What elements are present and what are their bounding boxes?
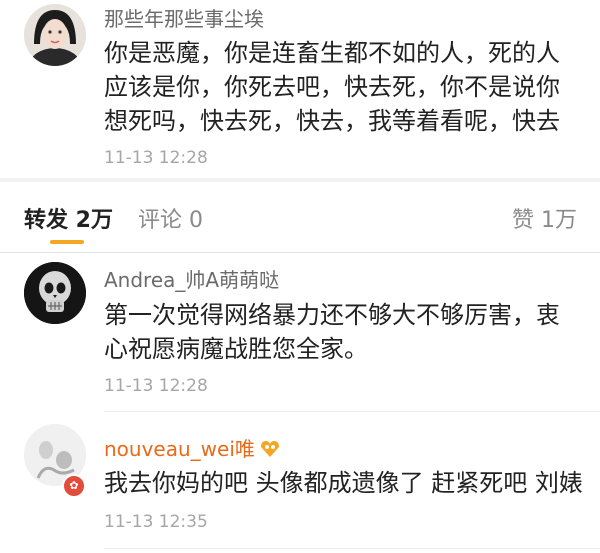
hongkong-flag-icon: ✿ xyxy=(62,474,86,498)
comment-text-line: 心祝愿病魔战胜您全家。 xyxy=(104,335,368,363)
comment-text-line: 我去你妈的吧 头像都成遗像了 赶紧死吧 刘婊 xyxy=(104,469,583,497)
divider xyxy=(104,548,600,549)
comment-text-line: 第一次觉得网络暴力还不够大不够厉害，衷 xyxy=(104,301,560,329)
avatar[interactable] xyxy=(24,262,86,324)
comment-username[interactable]: nouveau_wei唯 xyxy=(104,433,281,462)
post-tabs: 转发 2万 评论 0 赞 1万 xyxy=(0,180,600,255)
divider xyxy=(0,252,600,253)
comment-username[interactable]: Andrea_帅A萌萌哒 xyxy=(104,264,279,293)
vip-badge-icon xyxy=(259,439,281,459)
divider xyxy=(104,411,600,412)
avatar-skull-icon xyxy=(24,262,86,324)
comment-username-text: nouveau_wei唯 xyxy=(104,437,255,461)
post-text-line: 想死吗，快去死，快去，我等着看呢，快去 xyxy=(104,107,560,135)
avatar[interactable] xyxy=(24,4,86,66)
tab-comment[interactable]: 评论 0 xyxy=(138,202,203,234)
post-text-line: 应该是你，你死去吧，快去死，你不是说你 xyxy=(104,73,560,101)
comment-timestamp: 11-13 12:35 xyxy=(104,512,208,532)
post-username[interactable]: 那些年那些事尘埃 xyxy=(104,3,264,32)
post-timestamp: 11-13 12:28 xyxy=(104,148,208,168)
original-post: 那些年那些事尘埃 你是恶魔，你是连畜生都不如的人，死的人 应该是你，你死去吧，快… xyxy=(0,0,600,180)
active-tab-indicator xyxy=(50,240,84,244)
tab-repost[interactable]: 转发 2万 xyxy=(24,202,113,234)
post-text-line: 你是恶魔，你是连畜生都不如的人，死的人 xyxy=(104,39,560,67)
tab-like[interactable]: 赞 1万 xyxy=(512,202,577,234)
comment-timestamp: 11-13 12:28 xyxy=(104,376,208,396)
avatar-woman-icon xyxy=(24,4,86,66)
